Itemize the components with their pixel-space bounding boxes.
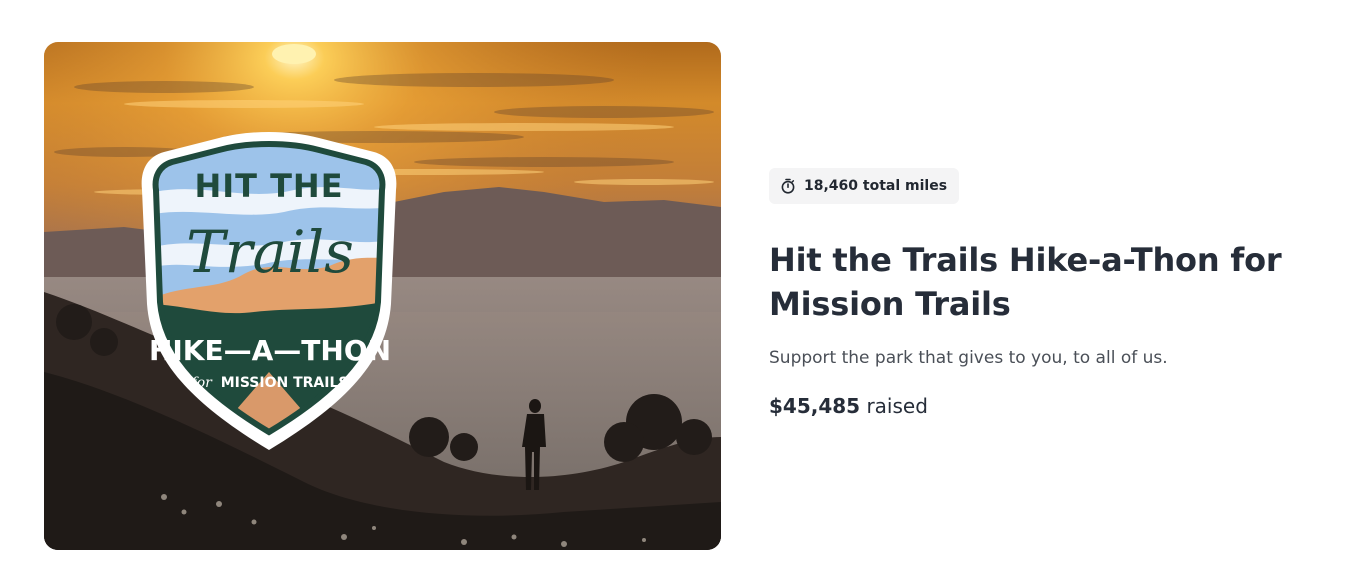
campaign-description: Support the park that gives to you, to a… [769, 348, 1168, 368]
stopwatch-icon [781, 178, 795, 194]
svg-text:for MISSION TRAILS: for MISSION TRAILS [191, 375, 349, 391]
campaign-info: 18,460 total miles Hit the Trails Hike-a… [769, 168, 1329, 420]
campaign-image[interactable]: HIT THE Trails HIKE—A—THON for MISSION T… [44, 42, 721, 550]
miles-stat-text: 18,460 total miles [804, 178, 948, 194]
badge-line4: MISSION TRAILS [221, 375, 349, 391]
amount-raised: $45,485 raised [769, 392, 1329, 420]
miles-stat-badge: 18,460 total miles [769, 168, 960, 204]
fundraiser-card: HIT THE Trails HIKE—A—THON for MISSION T… [0, 0, 1363, 584]
badge-line2: Trails [186, 218, 354, 286]
badge-line4-prefix: for [191, 375, 214, 391]
badge-line1: HIT THE [194, 167, 343, 205]
raised-amount: $45,485 [769, 394, 861, 418]
campaign-title[interactable]: Hit the Trails Hike-a-Thon for Mission T… [769, 238, 1329, 326]
badge-line3: HIKE—A—THON [149, 334, 391, 367]
raised-suffix: raised [866, 394, 928, 418]
